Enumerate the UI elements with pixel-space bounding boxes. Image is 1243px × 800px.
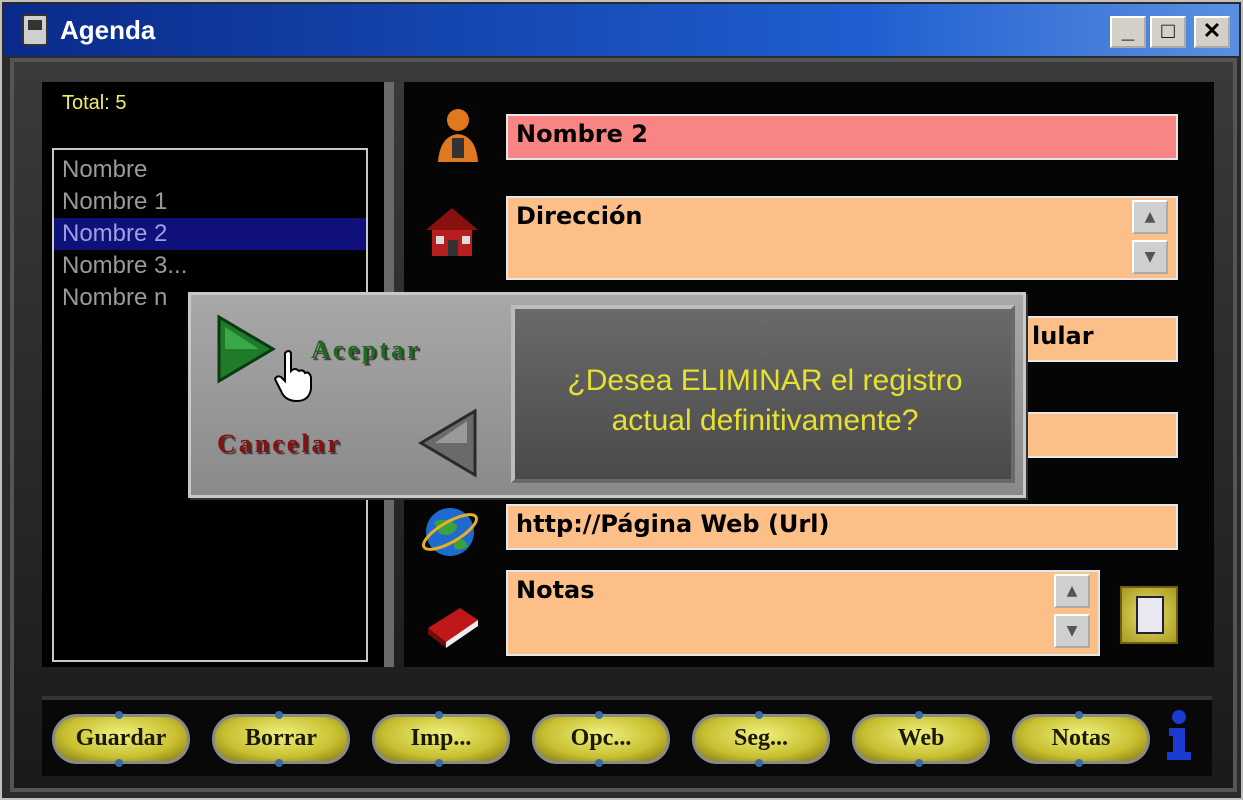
print-button[interactable]: Imp... bbox=[372, 711, 510, 767]
address-field[interactable]: Dirección bbox=[506, 196, 1178, 280]
list-item[interactable]: Nombre bbox=[54, 154, 366, 186]
confirm-message: ¿Desea ELIMINAR el registro actual defin… bbox=[567, 364, 963, 437]
address-scroll-down[interactable]: ▼ bbox=[1132, 240, 1168, 274]
close-button[interactable]: ✕ bbox=[1194, 16, 1230, 48]
hand-cursor-icon bbox=[273, 350, 312, 403]
info-icon[interactable] bbox=[1157, 708, 1201, 764]
notes-field[interactable]: Notas bbox=[506, 570, 1100, 656]
cancel-arrow-icon[interactable] bbox=[417, 407, 479, 479]
notes-document-button[interactable] bbox=[1120, 586, 1178, 644]
notes-book-icon bbox=[428, 608, 478, 648]
total-count: Total: 5 bbox=[62, 92, 127, 114]
app-icon bbox=[22, 14, 48, 46]
house-icon bbox=[426, 208, 478, 256]
list-item[interactable]: Nombre 3... bbox=[54, 250, 366, 282]
globe-icon bbox=[422, 508, 478, 556]
web-field[interactable]: http://Página Web (Url) bbox=[506, 504, 1178, 550]
title-bar[interactable]: Agenda _ □ ✕ bbox=[4, 4, 1239, 56]
accept-arrow-icon[interactable] bbox=[215, 313, 277, 385]
toolbar: Guardar Borrar Imp... Opc... Seg... Web … bbox=[42, 696, 1212, 776]
notes-button[interactable]: Notas bbox=[1012, 711, 1150, 767]
notes-scroll-up[interactable]: ▲ bbox=[1054, 574, 1090, 608]
accept-button[interactable]: Aceptar bbox=[311, 335, 422, 365]
cellphone-field-label: lular bbox=[1032, 322, 1094, 350]
list-item-selected[interactable]: Nombre 2 bbox=[54, 218, 366, 250]
options-button[interactable]: Opc... bbox=[532, 711, 670, 767]
window-title: Agenda bbox=[60, 15, 156, 45]
delete-confirm-dialog: Aceptar Cancelar ¿Desea ELIMINAR el regi… bbox=[188, 292, 1026, 498]
security-button[interactable]: Seg... bbox=[692, 711, 830, 767]
minimize-button[interactable]: _ bbox=[1110, 16, 1146, 48]
person-icon bbox=[438, 109, 478, 162]
message-panel: ¿Desea ELIMINAR el registro actual defin… bbox=[511, 305, 1015, 483]
maximize-button[interactable]: □ bbox=[1150, 16, 1186, 48]
save-button[interactable]: Guardar bbox=[52, 711, 190, 767]
address-scroll-up[interactable]: ▲ bbox=[1132, 200, 1168, 234]
cancel-button[interactable]: Cancelar bbox=[217, 429, 342, 459]
delete-button[interactable]: Borrar bbox=[212, 711, 350, 767]
notes-scroll-down[interactable]: ▼ bbox=[1054, 614, 1090, 648]
web-button[interactable]: Web bbox=[852, 711, 990, 767]
name-field[interactable]: Nombre 2 bbox=[506, 114, 1178, 160]
list-item[interactable]: Nombre 1 bbox=[54, 186, 366, 218]
app-window: Agenda _ □ ✕ Total: 5 Nombre Nombre 1 No… bbox=[0, 0, 1243, 800]
document-icon bbox=[1136, 596, 1164, 634]
